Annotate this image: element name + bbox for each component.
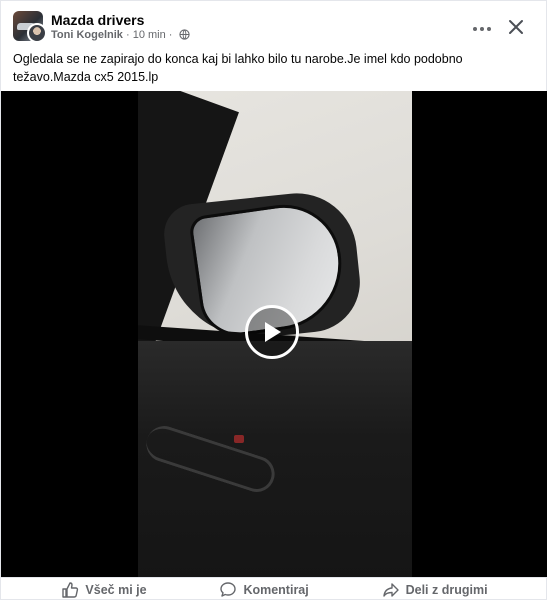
post-card: Mazda drivers Toni Kogelnik · 10 min · O… [0, 0, 547, 600]
post-header: Mazda drivers Toni Kogelnik · 10 min · [13, 9, 534, 45]
like-button[interactable]: Všeč mi je [61, 581, 147, 599]
video-player[interactable] [1, 91, 547, 577]
post-action-bar: Všeč mi je Komentiraj Deli z drugimi [1, 577, 547, 601]
play-button[interactable] [245, 305, 299, 359]
share-button[interactable]: Deli z drugimi [382, 581, 488, 599]
more-options-icon [472, 18, 493, 36]
poster-name-link[interactable]: Toni Kogelnik [51, 29, 123, 41]
like-label: Všeč mi je [85, 582, 147, 597]
close-icon [509, 20, 523, 34]
play-icon [265, 322, 281, 342]
share-label: Deli z drugimi [405, 582, 488, 597]
thumbs-up-icon [62, 581, 79, 598]
comment-icon [220, 581, 237, 597]
post-time[interactable]: 10 min [133, 29, 166, 41]
post-text: Ogledala se ne zapirajo do konca kaj bi … [13, 52, 463, 84]
meta-separator: · [125, 29, 130, 41]
user-avatar[interactable] [27, 23, 47, 43]
comment-button[interactable]: Komentiraj [219, 581, 309, 599]
video-scene-indicator-light [234, 435, 244, 443]
post-meta: Toni Kogelnik · 10 min · [51, 29, 190, 43]
close-button[interactable] [502, 13, 530, 41]
meta-separator-2: · [168, 29, 173, 41]
globe-icon [178, 29, 190, 43]
more-options-button[interactable] [468, 13, 496, 41]
share-icon [382, 582, 399, 597]
comment-label: Komentiraj [243, 582, 309, 597]
group-name-link[interactable]: Mazda drivers [51, 12, 144, 28]
